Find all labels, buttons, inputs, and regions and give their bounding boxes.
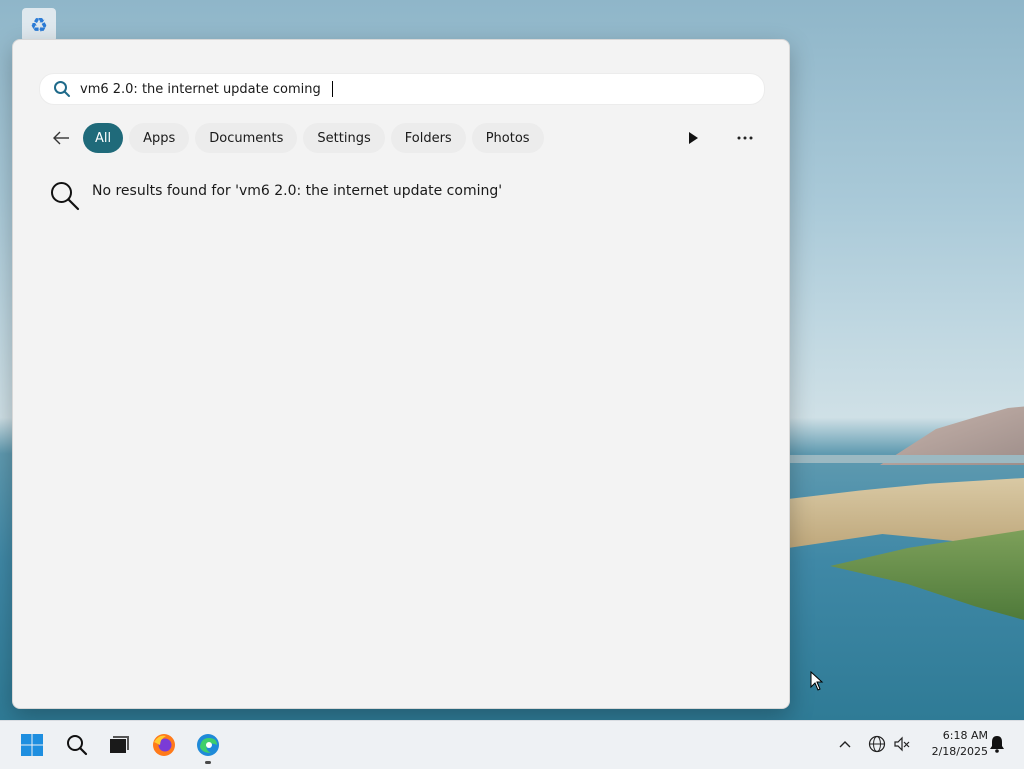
taskbar-clock[interactable]: 6:18 AM 2/18/2025 — [918, 728, 988, 760]
back-arrow-icon — [53, 131, 69, 145]
task-view-button[interactable] — [101, 727, 137, 763]
filter-photos[interactable]: Photos — [471, 123, 544, 153]
wallpaper-shore — [788, 455, 1024, 463]
filter-apps[interactable]: Apps — [129, 123, 190, 153]
search-icon — [67, 735, 88, 756]
no-results-text: No results found for 'vm6 2.0: the inter… — [92, 183, 503, 199]
task-view-icon — [110, 736, 129, 753]
speaker-muted-icon — [894, 736, 910, 752]
taskbar: 6:18 AM 2/18/2025 — [0, 720, 1024, 769]
search-box[interactable] — [39, 73, 765, 105]
filter-bar: All Apps Documents Settings Folders Phot… — [47, 122, 550, 154]
filter-all[interactable]: All — [83, 123, 124, 153]
clock-time: 6:18 AM — [942, 729, 988, 742]
wallpaper-grass — [830, 530, 1024, 620]
edge-button[interactable] — [190, 727, 226, 764]
clock-date: 2/18/2025 — [931, 745, 988, 758]
bell-icon — [990, 736, 1004, 753]
filter-folders[interactable]: Folders — [390, 123, 466, 153]
start-button[interactable] — [14, 727, 50, 763]
play-icon — [689, 132, 698, 144]
show-hidden-icons-button[interactable] — [834, 733, 856, 755]
filter-documents[interactable]: Documents — [195, 123, 298, 153]
text-caret — [332, 81, 333, 97]
more-options-button[interactable] — [731, 124, 759, 152]
no-results-message: No results found for 'vm6 2.0: the inter… — [49, 180, 502, 212]
chevron-up-icon — [839, 741, 851, 748]
more-filters-button[interactable] — [679, 124, 707, 152]
ellipsis-icon — [737, 136, 753, 140]
search-panel: All Apps Documents Settings Folders Phot… — [12, 39, 790, 709]
search-input[interactable] — [80, 81, 700, 97]
start-icon — [21, 734, 43, 756]
firefox-button[interactable] — [146, 727, 182, 763]
globe-icon — [868, 735, 886, 753]
search-icon — [54, 81, 70, 97]
active-indicator — [205, 761, 211, 764]
network-button[interactable] — [866, 733, 888, 755]
back-button[interactable] — [47, 124, 75, 152]
search-large-icon — [51, 182, 80, 211]
recycle-bin-icon[interactable]: ♻ — [22, 8, 56, 42]
mouse-cursor-icon — [810, 671, 824, 691]
notifications-button[interactable] — [986, 733, 1008, 755]
edge-icon — [197, 734, 219, 756]
volume-button[interactable] — [891, 733, 913, 755]
firefox-icon — [153, 734, 175, 756]
filter-settings[interactable]: Settings — [303, 123, 385, 153]
taskbar-search-button[interactable] — [59, 727, 95, 763]
